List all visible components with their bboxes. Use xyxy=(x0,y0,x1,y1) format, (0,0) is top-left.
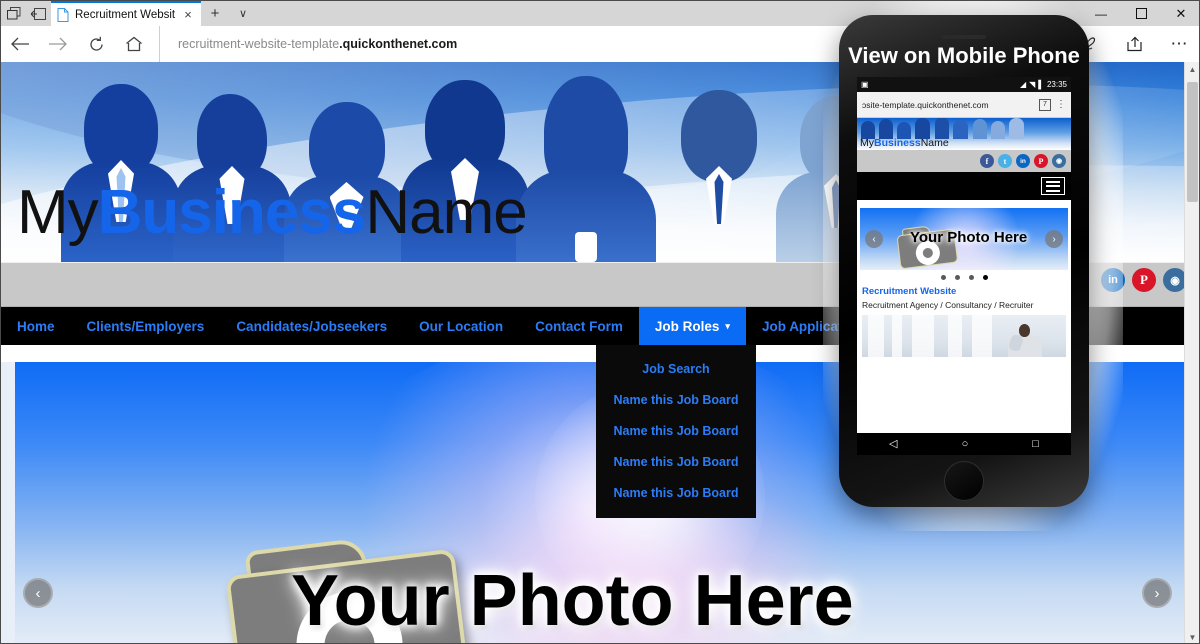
phone-speaker xyxy=(942,35,986,39)
phone-content-photo xyxy=(862,315,1066,358)
instagram-icon[interactable]: ◉ xyxy=(1052,154,1066,168)
scrollbar-thumb[interactable] xyxy=(1187,82,1198,202)
browser-window: Recruitment Website Te × + ∨ — ✕ recruit… xyxy=(0,0,1200,644)
carousel-dot-active[interactable] xyxy=(982,274,988,280)
carousel-prev-button[interactable]: ‹ xyxy=(23,578,53,608)
android-back-icon[interactable]: ◁ xyxy=(889,438,897,450)
phone-photo-carousel: Your Photo Here ‹ › xyxy=(860,208,1068,270)
pinterest-icon[interactable]: P xyxy=(1034,154,1048,168)
phone-carousel-prev-button[interactable]: ‹ xyxy=(865,230,883,248)
phone-heading: Recruitment Website xyxy=(862,286,957,297)
url-domain: .quickonthenet.com xyxy=(339,37,458,51)
phone-url-text: ɔsite-template.quickonthenet.com xyxy=(862,99,989,110)
menu-label: Our Location xyxy=(419,318,504,334)
scroll-down-arrow-icon[interactable]: ▼ xyxy=(1185,630,1199,643)
menu-label: Job Roles xyxy=(654,318,720,334)
more-options-button[interactable]: ⋯ xyxy=(1157,26,1199,62)
logo-part-name: Name xyxy=(365,178,527,247)
phone-home-button[interactable] xyxy=(944,461,984,501)
logo-part-my: My xyxy=(860,137,874,149)
carousel-dot[interactable] xyxy=(940,274,946,280)
phone-gap xyxy=(857,200,1071,208)
tab-title: Recruitment Website Te xyxy=(75,8,175,21)
silhouette-person xyxy=(516,76,656,262)
refresh-icon[interactable] xyxy=(77,26,115,62)
battery-icon: ▌ xyxy=(1038,80,1044,89)
menu-label: Home xyxy=(17,318,55,334)
wifi-icon: ◢ xyxy=(1019,80,1027,89)
tab-close-icon[interactable]: × xyxy=(181,7,195,22)
page-favicon-icon xyxy=(57,7,69,22)
new-tab-button[interactable]: + xyxy=(201,1,229,26)
logo-part-name: Name xyxy=(920,137,949,149)
phone-site-banner: MyBusinessName xyxy=(857,118,1071,150)
twitter-icon[interactable]: t xyxy=(998,154,1012,168)
phone-screen: ▣ ◢ ◥ ▌ 23:35 ɔsite-template.quickonthen… xyxy=(857,77,1071,455)
phone-carousel-photo-text: Your Photo Here xyxy=(910,229,1028,246)
menu-label: Candidates/Jobseekers xyxy=(236,318,388,334)
forward-icon[interactable] xyxy=(39,26,77,62)
scroll-up-arrow-icon[interactable]: ▲ xyxy=(1185,62,1199,77)
window-close-button[interactable]: ✕ xyxy=(1161,1,1199,26)
carousel-photo-text: Your Photo Here xyxy=(291,561,854,641)
facebook-icon[interactable]: f xyxy=(980,154,994,168)
phone-paragraph: Recruitment Agency / Consultancy / Recru… xyxy=(862,300,1034,310)
mobile-phone-mockup: View on Mobile Phone ▣ ◢ ◥ ▌ 23:35 ɔsite… xyxy=(839,15,1089,507)
logo-part-my: My xyxy=(17,178,99,247)
linkedin-icon[interactable]: in xyxy=(1016,154,1030,168)
site-logo: MyBusinessName xyxy=(17,177,528,248)
url-prefix: recruitment-website-template xyxy=(178,37,340,51)
phone-address-bar[interactable]: ɔsite-template.quickonthenet.com 7 ⋮ xyxy=(857,92,1071,118)
dropdown-item-job-board-2[interactable]: Name this Job Board xyxy=(596,415,756,446)
tab-stack-icon[interactable] xyxy=(1,1,26,26)
image-icon: ▣ xyxy=(861,80,869,89)
menu-item-contact-form[interactable]: Contact Form xyxy=(519,307,639,345)
carousel-dot[interactable] xyxy=(968,274,974,280)
dropdown-item-job-search[interactable]: Job Search xyxy=(596,353,756,384)
menu-item-home[interactable]: Home xyxy=(1,307,71,345)
phone-tab-count[interactable]: 7 xyxy=(1039,98,1051,111)
pinterest-icon[interactable]: P xyxy=(1132,268,1156,292)
dropdown-item-job-board-1[interactable]: Name this Job Board xyxy=(596,384,756,415)
phone-menu-kebab-icon[interactable]: ⋮ xyxy=(1056,100,1066,110)
logo-part-business: Business xyxy=(97,178,367,247)
android-recents-icon[interactable]: □ xyxy=(1032,438,1039,450)
phone-nav-bar xyxy=(857,172,1071,200)
phone-carousel-dots xyxy=(857,270,1071,284)
back-icon[interactable] xyxy=(1,26,39,62)
dropdown-item-job-board-4[interactable]: Name this Job Board xyxy=(596,477,756,508)
tab-menu-chevron-down-icon[interactable]: ∨ xyxy=(229,1,257,26)
silhouette-person xyxy=(656,90,782,262)
hamburger-menu-icon[interactable] xyxy=(1041,177,1065,195)
carousel-dot[interactable] xyxy=(954,274,960,280)
chevron-down-icon: ▾ xyxy=(725,320,730,331)
set-aside-tabs-icon[interactable] xyxy=(26,1,51,26)
menu-label: Clients/Employers xyxy=(86,318,205,334)
home-icon[interactable] xyxy=(115,26,153,62)
status-right: ◢ ◥ ▌ 23:35 xyxy=(1020,80,1067,89)
status-left: ▣ xyxy=(861,80,1020,89)
url-text: recruitment-website-template.quickonthen… xyxy=(178,37,457,51)
job-roles-dropdown-menu: Job Search Name this Job Board Name this… xyxy=(596,345,756,518)
phone-carousel-next-button[interactable]: › xyxy=(1045,230,1063,248)
menu-item-our-location[interactable]: Our Location xyxy=(403,307,519,345)
status-time: 23:35 xyxy=(1046,80,1067,89)
logo-part-business: Business xyxy=(874,137,921,149)
menu-item-job-roles[interactable]: Job Roles ▾ xyxy=(638,307,746,345)
phone-social-icons: f t in P ◉ xyxy=(857,150,1071,172)
browser-tab[interactable]: Recruitment Website Te × xyxy=(51,1,201,26)
carousel-next-button[interactable]: › xyxy=(1142,578,1172,608)
phone-site-logo: MyBusinessName xyxy=(860,137,949,149)
signal-icon: ◥ xyxy=(1029,80,1036,89)
menu-label: Contact Form xyxy=(535,318,623,334)
phone-android-nav: ◁ ○ □ xyxy=(857,433,1071,455)
vertical-scrollbar[interactable]: ▲ ▼ xyxy=(1184,62,1199,643)
menu-item-clients-employers[interactable]: Clients/Employers xyxy=(71,307,221,345)
menu-item-candidates-jobseekers[interactable]: Candidates/Jobseekers xyxy=(220,307,403,345)
window-maximize-button[interactable] xyxy=(1121,1,1161,26)
phone-status-bar: ▣ ◢ ◥ ▌ 23:35 xyxy=(857,77,1071,92)
dropdown-item-job-board-3[interactable]: Name this Job Board xyxy=(596,446,756,477)
android-home-icon[interactable]: ○ xyxy=(962,438,969,450)
phone-title: View on Mobile Phone xyxy=(848,43,1080,68)
